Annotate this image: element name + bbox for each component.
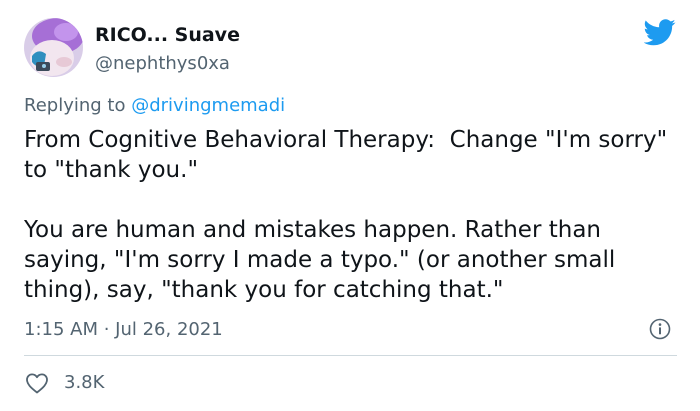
info-icon[interactable] [649,318,671,340]
heart-icon[interactable] [25,372,49,394]
tweet-paragraph: You are human and mistakes happen. Rathe… [24,217,623,303]
twitter-bird-icon[interactable] [643,19,676,46]
author-handle[interactable]: @nephthys0xa [95,53,230,74]
replying-prefix: Replying to [24,95,126,116]
tweet-timestamp[interactable]: 1:15 AM · Jul 26, 2021 [24,319,223,340]
divider [24,355,677,356]
avatar[interactable] [24,18,83,77]
replying-handle-link[interactable]: @drivingmemadi [131,95,285,116]
replying-to: Replying to @drivingmemadi [24,95,285,116]
tweet-text: From Cognitive Behavioral Therapy: Chang… [24,125,684,305]
like-count[interactable]: 3.8K [64,372,104,393]
tweet-paragraph: From Cognitive Behavioral Therapy: Chang… [24,127,675,183]
author-name[interactable]: RICO... Suave [95,24,240,46]
